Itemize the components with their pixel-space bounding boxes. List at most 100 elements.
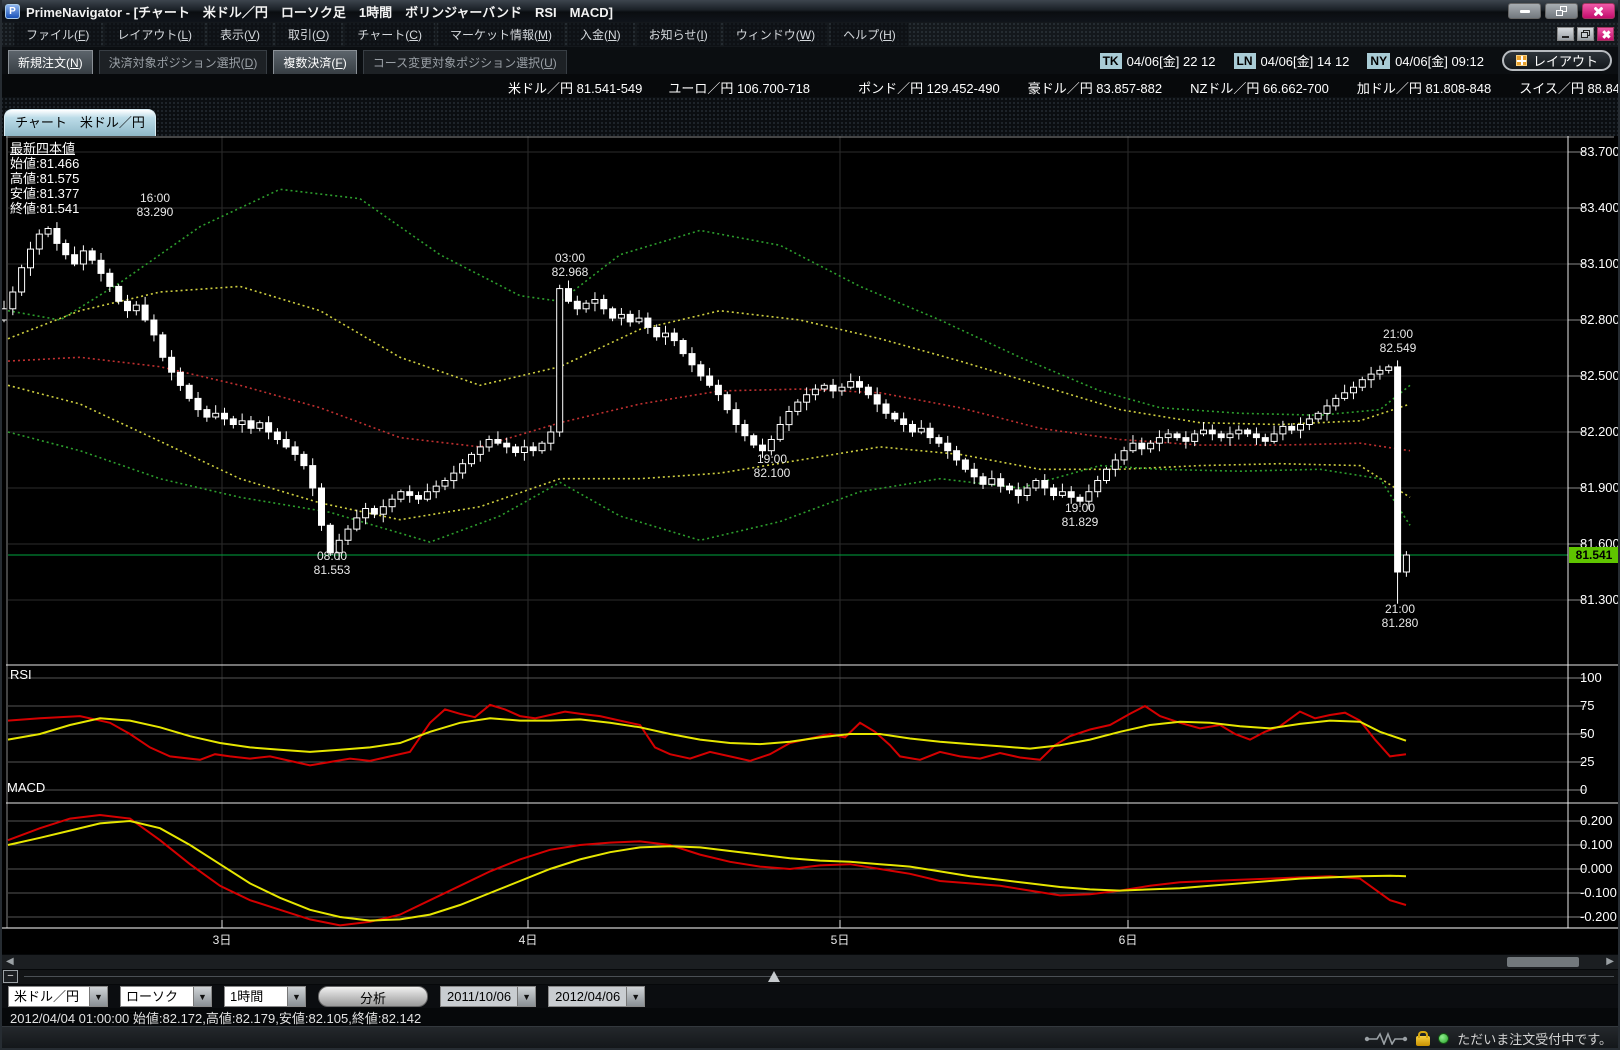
svg-text:3日: 3日 xyxy=(213,933,232,947)
clock-time: 04/06[金] 22 12 xyxy=(1127,51,1216,70)
menu-item-layout[interactable]: レイアウト(L) xyxy=(105,23,204,46)
course-change-select-button[interactable]: コース変更対象ポジション選択(U) xyxy=(363,50,567,75)
svg-text:75: 75 xyxy=(1580,698,1594,713)
chart-canvas[interactable]: 3日4日5日6日83.70083.40083.10082.80082.50082… xyxy=(0,136,1620,954)
dropdown-arrow-icon[interactable]: ▼ xyxy=(287,987,305,1006)
svg-text:-0.200: -0.200 xyxy=(1580,909,1617,924)
date-value: 2012/04/06 xyxy=(549,987,626,1006)
zoom-slider-row: − xyxy=(0,970,1620,984)
rates-secondary: ポンド／円 129.452-490豪ドル／円 83.857-882NZドル／円 … xyxy=(858,78,1620,97)
menu-item-market-info[interactable]: マーケット情報(M) xyxy=(438,23,564,46)
svg-text:81.541: 81.541 xyxy=(1576,548,1613,562)
indicator-layer xyxy=(8,705,1406,926)
rates-bar: 米ドル／円 81.541-549 ユーロ／円 106.700-718 ポンド／円 … xyxy=(0,74,1620,97)
layout-button[interactable]: レイアウト xyxy=(1502,50,1612,71)
date-to[interactable]: 2012/04/06▼ xyxy=(548,986,645,1007)
analyze-button[interactable]: 分析 xyxy=(318,986,428,1007)
mdi-minimize-button[interactable] xyxy=(1557,27,1574,41)
selectors: 米ドル／円▼ローソク足▼1時間▼ xyxy=(8,986,306,1007)
menu-item-help[interactable]: ヘルプ(H) xyxy=(831,23,908,46)
layout-grid-icon xyxy=(1516,55,1527,66)
menu-item-deposit[interactable]: 入金(N) xyxy=(568,23,633,46)
rates-primary: 米ドル／円 81.541-549 ユーロ／円 106.700-718 xyxy=(508,78,810,97)
dropdown-arrow-icon[interactable]: ▼ xyxy=(626,987,644,1006)
menu-item-file[interactable]: ファイル(F) xyxy=(14,23,101,46)
multi-close-button[interactable]: 複数決済(F) xyxy=(273,50,356,75)
svg-text:83.100: 83.100 xyxy=(1580,256,1620,271)
clock-ln: LN04/06[金] 14 12 xyxy=(1234,51,1350,70)
svg-text:21:0082.549: 21:0082.549 xyxy=(1380,327,1417,355)
status-led-icon xyxy=(1438,1033,1449,1044)
status-message: ただいま注文受付中です。 xyxy=(1457,1029,1612,1048)
svg-text:50: 50 xyxy=(1580,726,1594,741)
rate-item: 加ドル／円 81.808-848 xyxy=(1357,78,1491,97)
svg-text:0.100: 0.100 xyxy=(1580,837,1613,852)
svg-text:0.200: 0.200 xyxy=(1580,813,1613,828)
mdi-minimize-icon xyxy=(1562,36,1569,38)
window-title: PrimeNavigator - [チャート 米ドル／円 ローソク足 1時間 ボ… xyxy=(26,2,613,21)
rate-item: ユーロ／円 106.700-718 xyxy=(668,78,810,97)
tab-chart-usdjpy[interactable]: チャート 米ドル／円 xyxy=(4,109,156,136)
svg-text:25: 25 xyxy=(1580,754,1594,769)
status-bar: ただいま注文受付中です。 xyxy=(0,1026,1620,1050)
menu-item-chart[interactable]: チャート(C) xyxy=(345,23,434,46)
svg-text:16:0083.290: 16:0083.290 xyxy=(137,191,174,219)
mdi-window-controls xyxy=(1557,27,1614,41)
toolbar: 新規注文(N)決済対象ポジション選択(D)複数決済(F) コース変更対象ポジション… xyxy=(0,47,1620,74)
menu-item-window[interactable]: ウィンドウ(W) xyxy=(724,23,827,46)
new-order-button[interactable]: 新規注文(N) xyxy=(8,50,93,75)
svg-text:08:0081.553: 08:0081.553 xyxy=(314,549,351,577)
mdi-close-button[interactable] xyxy=(1597,27,1614,41)
date-pickers: 2011/10/06▼2012/04/06▼ xyxy=(440,986,645,1007)
scroll-left-icon[interactable]: ◀ xyxy=(6,956,14,968)
rate-item: 米ドル／円 81.541-549 xyxy=(508,78,642,97)
dropdown-arrow-icon[interactable]: ▼ xyxy=(89,987,107,1006)
svg-text:21:0081.280: 21:0081.280 xyxy=(1382,602,1419,630)
layout-button-label: レイアウト xyxy=(1533,51,1598,70)
close-icon xyxy=(1593,6,1604,17)
zoom-slider-thumb[interactable] xyxy=(768,971,780,982)
lock-icon xyxy=(1416,1036,1430,1046)
maximize-button[interactable] xyxy=(1545,3,1578,19)
menu-item-notice[interactable]: お知らせ(I) xyxy=(637,23,720,46)
scroll-right-icon[interactable]: ▶ xyxy=(1606,956,1614,968)
menu-item-view[interactable]: 表示(V) xyxy=(208,23,272,46)
mdi-restore-icon xyxy=(1581,30,1590,38)
rate-item: NZドル／円 66.662-700 xyxy=(1190,78,1329,97)
candles-layer xyxy=(1,222,1409,604)
mdi-close-icon xyxy=(1601,30,1610,39)
current-price-layer: 81.541 xyxy=(8,547,1618,563)
date-value: 2011/10/06 xyxy=(441,987,517,1006)
close-button[interactable] xyxy=(1582,3,1615,19)
clock-zone-badge: TK xyxy=(1100,53,1122,69)
menu-bar: ファイル(F)レイアウト(L)表示(V)取引(O)チャート(C)マーケット情報(… xyxy=(0,22,1620,47)
minimize-button[interactable] xyxy=(1508,3,1541,19)
grid-layer: 3日4日5日6日83.70083.40083.10082.80082.50082… xyxy=(8,136,1620,947)
toolbar-buttons: 新規注文(N)決済対象ポジション選択(D)複数決済(F) コース変更対象ポジション… xyxy=(8,50,567,75)
close-position-select-button[interactable]: 決済対象ポジション選択(D) xyxy=(99,50,268,75)
svg-text:82.800: 82.800 xyxy=(1580,312,1620,327)
clock-tk: TK 04/06[金] 22 12 xyxy=(1100,51,1216,70)
minimize-icon xyxy=(1520,10,1530,13)
svg-text:82.500: 82.500 xyxy=(1580,368,1620,383)
rate-item: 豪ドル／円 83.857-882 xyxy=(1028,78,1162,97)
timeframe-select[interactable]: 1時間▼ xyxy=(224,986,306,1007)
dropdown-arrow-icon[interactable]: ▼ xyxy=(193,987,211,1006)
dropdown-arrow-icon[interactable]: ▼ xyxy=(517,987,535,1006)
menu-item-trade[interactable]: 取引(O) xyxy=(276,23,341,46)
chart-type-select[interactable]: ローソク足▼ xyxy=(120,986,212,1007)
window-controls xyxy=(1508,3,1615,19)
mdi-restore-button[interactable] xyxy=(1577,27,1594,41)
horizontal-scrollbar: ◀ ▶ xyxy=(2,955,1618,969)
zoom-out-button[interactable]: − xyxy=(3,970,18,983)
svg-text:6日: 6日 xyxy=(1119,933,1138,947)
clock-time: 04/06[金] 14 12 xyxy=(1261,51,1350,70)
svg-text:81.300: 81.300 xyxy=(1580,592,1620,607)
scrollbar-thumb[interactable] xyxy=(1507,957,1579,967)
date-from[interactable]: 2011/10/06▼ xyxy=(440,986,536,1007)
app-icon: P xyxy=(5,4,20,19)
selected-value: 1時間 xyxy=(225,987,287,1006)
svg-text:83.400: 83.400 xyxy=(1580,200,1620,215)
symbol-select[interactable]: 米ドル／円▼ xyxy=(8,986,108,1007)
clock-ny: NY04/06[金] 09:12 xyxy=(1367,51,1484,70)
